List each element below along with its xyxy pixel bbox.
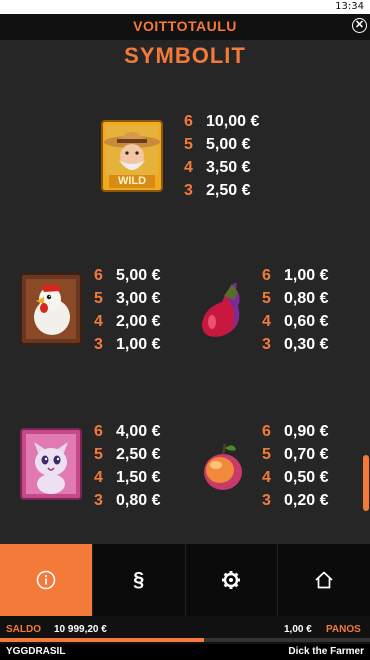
pay-amount: 2,50 €: [116, 445, 161, 463]
pay-amount: 0,50 €: [284, 468, 329, 486]
pay-amount: 3,50 €: [206, 158, 251, 176]
pay-row: 4 0,50 €: [262, 466, 328, 489]
pay-count: 3: [184, 181, 193, 199]
pay-row: 4 1,50 €: [94, 466, 160, 489]
scrollbar-thumb[interactable]: [363, 455, 369, 511]
pay-count: 3: [94, 335, 103, 353]
pay-amount: 5,00 €: [206, 135, 251, 153]
bet-value: 1,00 €: [284, 624, 312, 635]
pay-row: 3 0,20 €: [262, 489, 328, 512]
pay-count: 5: [94, 289, 103, 307]
brand-label: YGGDRASIL: [6, 646, 66, 657]
pay-amount: 2,50 €: [206, 181, 251, 199]
pay-amount: 0,70 €: [284, 445, 329, 463]
peach-symbol: [192, 432, 254, 504]
close-icon[interactable]: ✕: [352, 18, 367, 33]
eggplant-symbol: [192, 276, 254, 348]
pay-amount: 2,00 €: [116, 312, 161, 330]
pay-amount: 1,00 €: [116, 335, 161, 353]
pay-amount: 0,90 €: [284, 422, 329, 440]
clock: 13:34: [335, 1, 364, 12]
scrollbar[interactable]: [362, 40, 370, 544]
paytable-farmer: 6 10,00 € 5 5,00 € 4 3,50 € 3 2,50 €: [184, 110, 259, 202]
info-icon: [36, 570, 56, 590]
wild-label: WILD: [117, 175, 147, 187]
paytable-eggplant: 6 1,00 € 5 0,80 € 4 0,60 € 3 0,30 €: [262, 264, 328, 356]
paytable-content: SYMBOLIT WILD 6 10,00 € 5 5,00 € 4 3,50 € 3…: [0, 40, 370, 544]
rules-button[interactable]: §: [93, 544, 186, 616]
pay-row: 5 0,80 €: [262, 287, 328, 310]
pay-amount: 1,00 €: [284, 266, 329, 284]
pay-row: 4 2,00 €: [94, 310, 160, 333]
pay-row: 3 2,50 €: [184, 179, 259, 202]
pay-amount: 10,00 €: [206, 112, 260, 130]
paytable-cat: 6 4,00 € 5 2,50 € 4 1,50 € 3 0,80 €: [94, 420, 160, 512]
section-title: SYMBOLIT: [124, 43, 246, 68]
farmer-wild-symbol: WILD: [101, 120, 163, 192]
footer: YGGDRASIL Dick the Farmer: [0, 644, 370, 660]
pay-count: 4: [94, 312, 103, 330]
info-button[interactable]: [0, 544, 93, 616]
pay-row: 6 1,00 €: [262, 264, 328, 287]
bottom-nav: §: [0, 544, 370, 616]
cat-symbol: [20, 428, 82, 500]
rooster-symbol: [20, 273, 82, 345]
pay-row: 5 5,00 €: [184, 133, 259, 156]
bet-label: PANOS: [326, 624, 361, 635]
pay-row: 3 0,30 €: [262, 333, 328, 356]
home-button[interactable]: [278, 544, 370, 616]
balance-value: 10 999,20 €: [54, 624, 107, 635]
pay-row: 6 10,00 €: [184, 110, 259, 133]
pay-count: 6: [262, 266, 271, 284]
pay-amount: 0,80 €: [284, 289, 329, 307]
pay-count: 5: [184, 135, 193, 153]
pay-row: 4 3,50 €: [184, 156, 259, 179]
pay-count: 3: [94, 491, 103, 509]
progress-bar: [0, 638, 370, 642]
pay-count: 4: [262, 312, 271, 330]
pay-amount: 0,30 €: [284, 335, 329, 353]
pay-amount: 1,50 €: [116, 468, 161, 486]
gear-icon: [222, 571, 241, 589]
pay-amount: 4,00 €: [116, 422, 161, 440]
pay-count: 5: [94, 445, 103, 463]
pay-row: 3 0,80 €: [94, 489, 160, 512]
pay-row: 5 3,00 €: [94, 287, 160, 310]
page-title: VOITTOTAULU: [133, 18, 237, 34]
pay-amount: 0,80 €: [116, 491, 161, 509]
pay-row: 3 1,00 €: [94, 333, 160, 356]
pay-amount: 5,00 €: [116, 266, 161, 284]
pay-count: 5: [262, 445, 271, 463]
pay-row: 6 0,90 €: [262, 420, 328, 443]
paytable-peach: 6 0,90 € 5 0,70 € 4 0,50 € 3 0,20 €: [262, 420, 328, 512]
home-icon: [315, 571, 333, 589]
pay-count: 3: [262, 491, 271, 509]
pay-count: 6: [94, 266, 103, 284]
pay-count: 4: [184, 158, 193, 176]
pay-count: 4: [262, 468, 271, 486]
pay-count: 3: [262, 335, 271, 353]
pay-amount: 0,20 €: [284, 491, 329, 509]
settings-button[interactable]: [186, 544, 279, 616]
status-bar: 13:34: [0, 0, 370, 14]
pay-count: 4: [94, 468, 103, 486]
balance-label: SALDO: [6, 624, 41, 635]
pay-row: 4 0,60 €: [262, 310, 328, 333]
game-name: Dick the Farmer: [288, 646, 364, 657]
paragraph-icon: §: [133, 568, 145, 591]
pay-count: 6: [94, 422, 103, 440]
progress-fill: [0, 638, 204, 642]
pay-count: 6: [262, 422, 271, 440]
pay-count: 6: [184, 112, 193, 130]
paytable-rooster: 6 5,00 € 5 3,00 € 4 2,00 € 3 1,00 €: [94, 264, 160, 356]
pay-row: 5 0,70 €: [262, 443, 328, 466]
pay-row: 5 2,50 €: [94, 443, 160, 466]
pay-row: 6 5,00 €: [94, 264, 160, 287]
pay-row: 6 4,00 €: [94, 420, 160, 443]
pay-amount: 0,60 €: [284, 312, 329, 330]
title-bar: VOITTOTAULU ✕: [0, 14, 370, 40]
pay-amount: 3,00 €: [116, 289, 161, 307]
pay-count: 5: [262, 289, 271, 307]
